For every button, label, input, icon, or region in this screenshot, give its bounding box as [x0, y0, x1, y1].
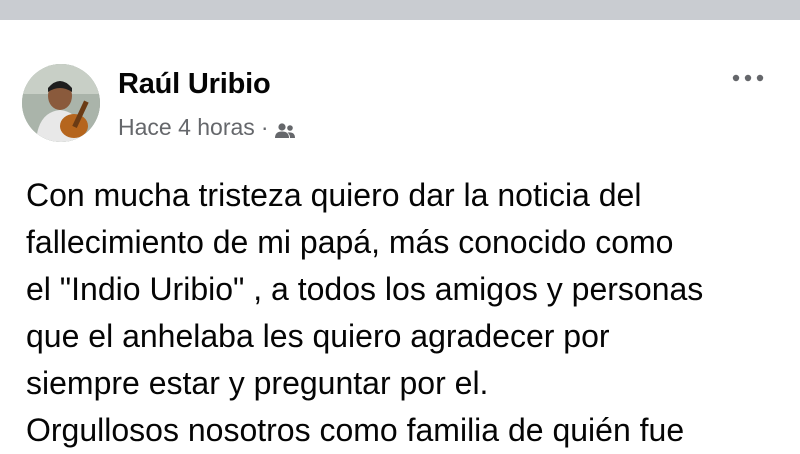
feed-divider [0, 0, 800, 20]
post-meta: Hace 4 horas · [118, 114, 296, 141]
more-options-icon [732, 74, 764, 82]
friends-icon[interactable] [274, 119, 296, 138]
author-avatar[interactable] [22, 64, 100, 142]
post-text-line: fallecimiento de mi papá, más conocido c… [26, 224, 674, 260]
post-text-line: que el anhelaba les quiero agradecer por [26, 318, 610, 354]
post-text-line: Con mucha tristeza quiero dar la noticia… [26, 177, 642, 213]
post-timestamp[interactable]: Hace 4 horas [118, 114, 255, 141]
author-name[interactable]: Raúl Uribio [118, 68, 271, 101]
post-text-line: Orgullosos nosotros como familia de quié… [26, 412, 685, 448]
avatar-photo [22, 64, 100, 142]
post-text: Con mucha tristeza quiero dar la noticia… [26, 172, 786, 454]
post-text-line: el "Indio Uribio" , a todos los amigos y… [26, 271, 704, 307]
post-text-line: siempre estar y preguntar por el. [26, 365, 489, 401]
meta-separator: · [260, 114, 269, 140]
more-options-button[interactable] [726, 64, 770, 92]
